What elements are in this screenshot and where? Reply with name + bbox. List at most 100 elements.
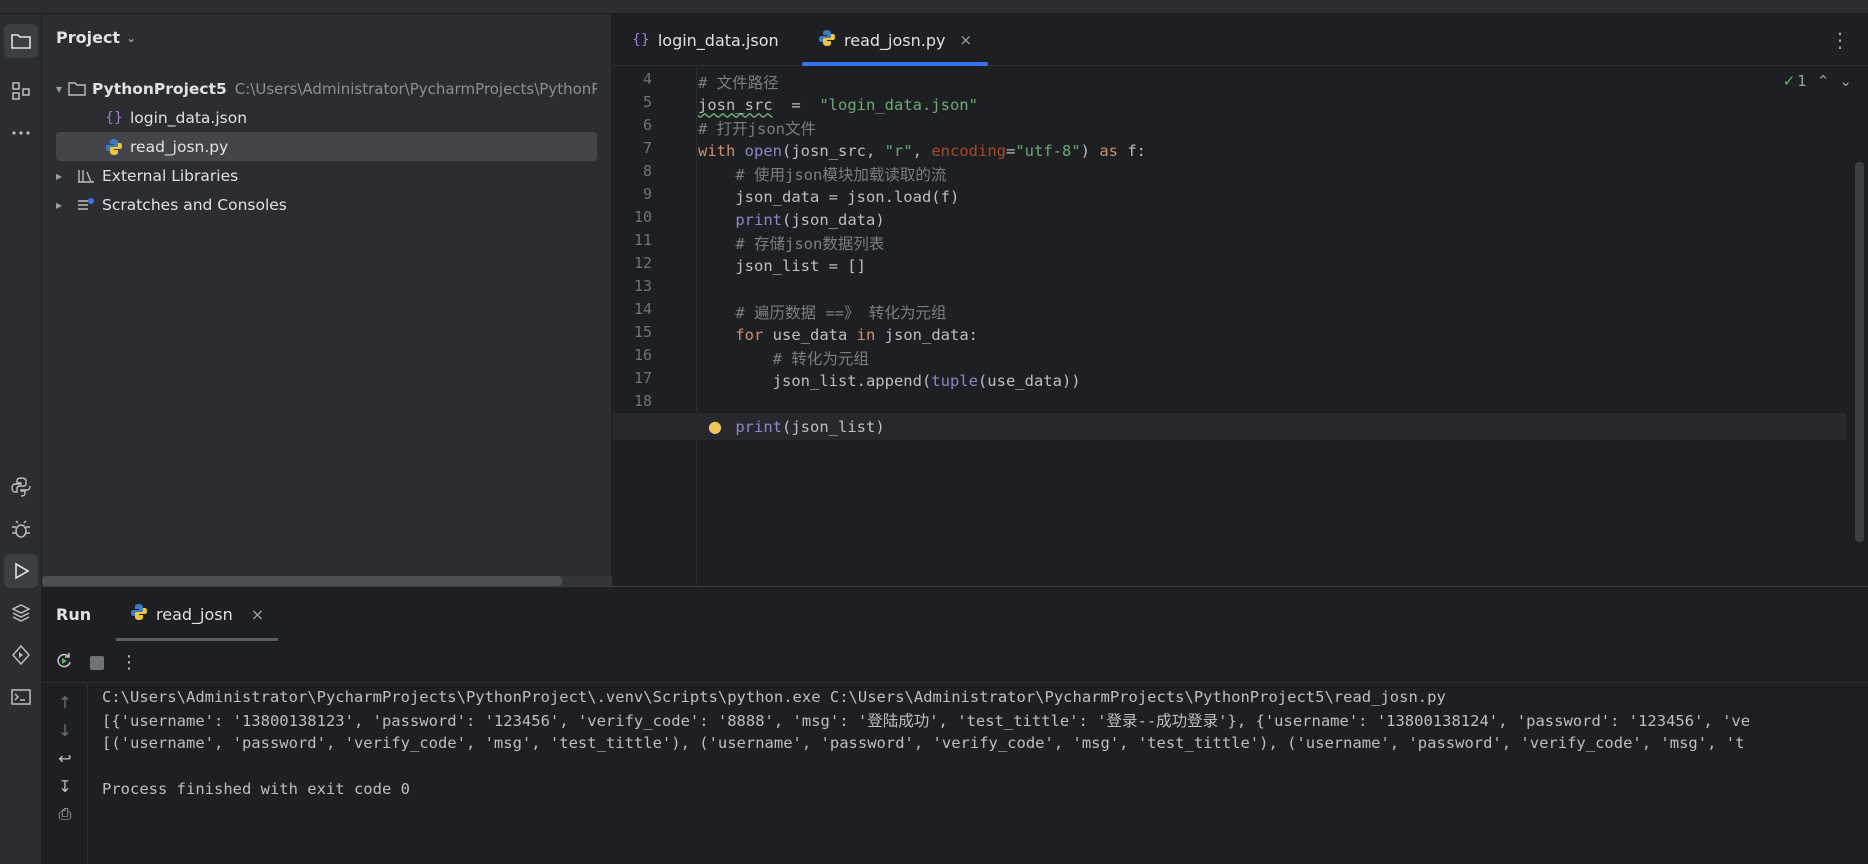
line-number: 17: [633, 369, 652, 387]
code-token: =: [1005, 141, 1016, 160]
code-token: ): [1080, 141, 1100, 160]
line-gutter: 4 5 6 7 8 9 10 11 12 13 14 15 16 17 18 1…: [612, 66, 697, 586]
arrow-down-icon[interactable]: ↓: [54, 719, 76, 741]
scroll-to-end-icon[interactable]: ↧: [54, 775, 76, 797]
title-bar: [0, 0, 1868, 14]
tree-item-read-josn-py[interactable]: read_josn.py: [56, 132, 597, 161]
scratches-icon: [76, 195, 96, 215]
layers-icon: [11, 604, 31, 622]
code-keyword: with: [698, 141, 745, 160]
editor-area: {} login_data.json read_josn.py × ⋮ ✓ 1 …: [612, 14, 1868, 586]
terminal-tool-button[interactable]: [4, 680, 38, 714]
layers-tool-button[interactable]: [4, 596, 38, 630]
arrow-up-icon[interactable]: ↑: [54, 691, 76, 713]
console-line: Process finished with exit code 0: [102, 779, 410, 798]
chevron-right-icon: ▸: [56, 168, 63, 183]
tree-root-project[interactable]: ▾ PythonProject5 C:\Users\Administrator\…: [56, 74, 597, 103]
project-path: C:\Users\Administrator\PycharmProjects\P…: [234, 79, 597, 98]
python-file-icon: [130, 603, 148, 625]
line-number: 7: [642, 139, 652, 157]
tab-read-josn-py[interactable]: read_josn.py ×: [802, 14, 988, 66]
run-panel-title: Run: [56, 605, 92, 624]
line-number: 13: [633, 277, 652, 295]
run-side-toolbar: ↑ ↓ ↩ ↧ ⎙: [42, 683, 88, 864]
code-string: "login_data.json": [819, 95, 978, 114]
python-file-icon: [818, 29, 836, 51]
line-number: 15: [633, 323, 652, 341]
code-comment: # 转化为元组: [698, 349, 869, 368]
code-token: json_list = []: [698, 256, 866, 275]
line-number: 10: [633, 208, 652, 226]
services-icon: [11, 644, 31, 666]
tool-window-stripe: [0, 14, 42, 864]
tree-item-login-data-json[interactable]: {} login_data.json: [56, 103, 597, 132]
services-tool-button[interactable]: [4, 638, 38, 672]
library-icon: [76, 166, 96, 186]
run-tool-button[interactable]: [4, 554, 38, 588]
code-string: "r": [884, 141, 913, 160]
scratches-label: Scratches and Consoles: [102, 195, 287, 214]
folder-icon: [68, 79, 86, 99]
code-builtin: open: [744, 141, 782, 160]
code-comment: # 文件路径: [698, 73, 779, 92]
code-line-current[interactable]: print (json_list): [612, 413, 1846, 440]
horizontal-scrollbar[interactable]: [42, 576, 562, 586]
soft-wrap-icon[interactable]: ↩: [54, 747, 76, 769]
project-tool-button[interactable]: [4, 24, 38, 58]
structure-tool-button[interactable]: [4, 74, 38, 108]
run-toolbar: ⋮: [42, 643, 1868, 683]
code-token: json_data:: [875, 325, 978, 344]
vertical-scrollbar[interactable]: [1855, 162, 1864, 542]
line-number: 11: [633, 231, 652, 249]
code-token: (josn_src,: [782, 141, 885, 160]
line-number: 6: [642, 116, 652, 134]
line-number: 8: [642, 162, 652, 180]
close-icon[interactable]: ×: [251, 605, 264, 624]
tab-label: login_data.json: [657, 30, 779, 50]
code-keyword: in: [856, 325, 876, 344]
json-file-icon: {}: [632, 32, 650, 48]
chevron-expanded-icon: ▾: [56, 81, 63, 96]
python-packages-button[interactable]: [4, 470, 38, 504]
run-icon: [15, 562, 30, 580]
tree-item-scratches[interactable]: ▸ Scratches and Consoles: [56, 190, 597, 219]
run-tab-read-josn[interactable]: read_josn ×: [116, 587, 279, 641]
code-token: (use_data)): [977, 371, 1081, 390]
rerun-icon[interactable]: [54, 651, 74, 675]
more-vertical-icon[interactable]: ⋮: [1830, 28, 1850, 52]
folder-icon: [11, 34, 31, 49]
line-number: 9: [642, 185, 652, 203]
more-vertical-icon[interactable]: ⋮: [120, 652, 138, 673]
project-header[interactable]: Project ⌄: [56, 28, 136, 47]
code-token: f:: [1118, 141, 1146, 160]
line-number: 16: [633, 346, 652, 364]
external-libraries-label: External Libraries: [102, 166, 239, 185]
tree-item-external-libraries[interactable]: ▸ External Libraries: [56, 161, 597, 190]
more-tools-button[interactable]: [4, 116, 38, 150]
line-number: 5: [642, 93, 652, 111]
code-comment: # 打开json文件: [698, 119, 816, 138]
line-number: 4: [642, 70, 652, 88]
run-panel: Run read_josn × ⋮ ↑ ↓ ↩ ↧ ⎙ C:\Users\Adm…: [42, 586, 1868, 864]
code-builtin: print: [735, 417, 782, 436]
print-icon[interactable]: ⎙: [54, 803, 76, 825]
tab-login-data-json[interactable]: {} login_data.json: [616, 14, 795, 66]
lightbulb-icon[interactable]: ●: [708, 417, 722, 436]
debug-tool-button[interactable]: [4, 512, 38, 546]
code-token: json_data = json.load(f): [698, 187, 960, 206]
line-number: 12: [633, 254, 652, 272]
line-number: 14: [633, 300, 652, 318]
close-icon[interactable]: ×: [959, 31, 972, 49]
code-string: "utf-8": [1015, 141, 1081, 160]
file-name: read_josn.py: [130, 137, 229, 156]
stop-icon[interactable]: [90, 655, 104, 670]
chevron-right-icon: ▸: [56, 197, 63, 212]
code-token: use_data: [763, 325, 857, 344]
project-name: PythonProject5: [92, 79, 227, 98]
console-output[interactable]: C:\Users\Administrator\PycharmProjects\P…: [102, 683, 1868, 864]
code-keyword: as: [1099, 141, 1118, 160]
terminal-icon: [11, 689, 31, 705]
project-panel: Project ⌄ ▾ PythonProject5 C:\Users\Admi…: [42, 14, 612, 586]
